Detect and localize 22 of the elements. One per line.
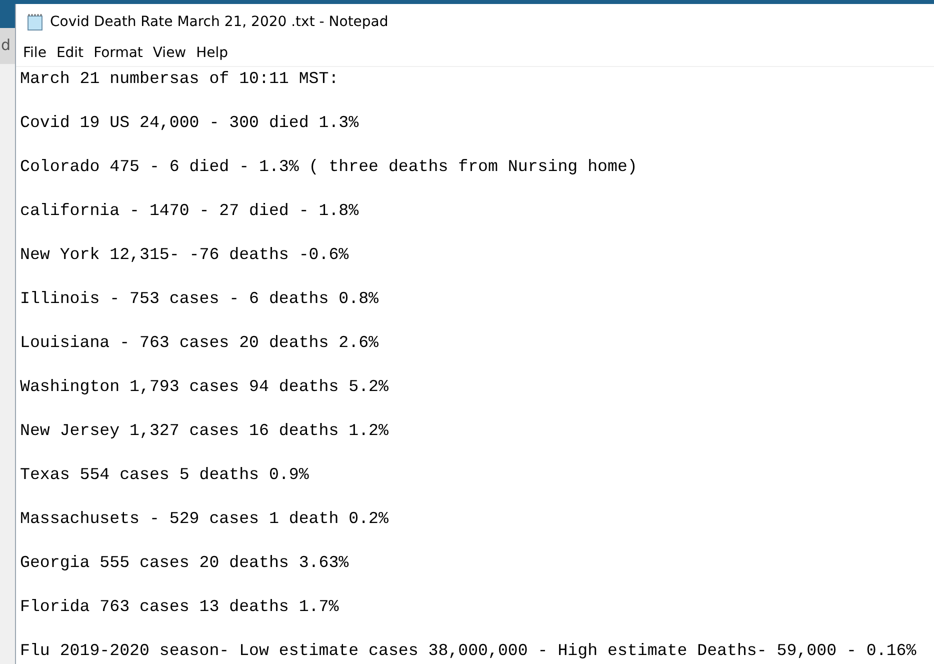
- menu-item[interactable]: Edit: [51, 45, 89, 61]
- text-line: New Jersey 1,327 cases 16 deaths 1.2%: [20, 420, 388, 442]
- window-title: Covid Death Rate March 21, 2020 .txt - Notepad: [50, 14, 388, 30]
- text-line: Illinois - 753 cases - 6 deaths 0.8%: [20, 288, 378, 310]
- text-line: March 21 numbersas of 10:11 MST:: [20, 68, 339, 90]
- menu-item[interactable]: Format: [88, 45, 148, 61]
- text-line: Massachusets - 529 cases 1 death 0.2%: [20, 508, 388, 530]
- text-line: New York 12,315- -76 deaths -0.6%: [20, 244, 349, 266]
- text-line: Florida 763 cases 13 deaths 1.7%: [20, 596, 339, 618]
- text-line: Texas 554 cases 5 deaths 0.9%: [20, 464, 309, 486]
- text-line: Covid 19 US 24,000 - 300 died 1.3%: [20, 112, 359, 134]
- menu-item[interactable]: Help: [191, 45, 234, 61]
- menu-item[interactable]: File: [18, 45, 52, 61]
- text-line: Washington 1,793 cases 94 deaths 5.2%: [20, 376, 388, 398]
- text-line: Georgia 555 cases 20 deaths 3.63%: [20, 552, 349, 574]
- background-window-text: d: [1, 36, 12, 54]
- text-line: Louisiana - 763 cases 20 deaths 2.6%: [20, 332, 378, 354]
- text-line: Flu 2019-2020 season- Low estimate cases 38,000,000 - High estimate Deaths- 59,000 - 0.16%: [20, 640, 916, 662]
- menu-item[interactable]: View: [148, 45, 192, 61]
- text-line: california - 1470 - 27 died - 1.8%: [20, 200, 359, 222]
- text-line: Colorado 475 - 6 died - 1.3% ( three deaths from Nursing home): [20, 156, 638, 178]
- notepad-icon: [26, 13, 44, 31]
